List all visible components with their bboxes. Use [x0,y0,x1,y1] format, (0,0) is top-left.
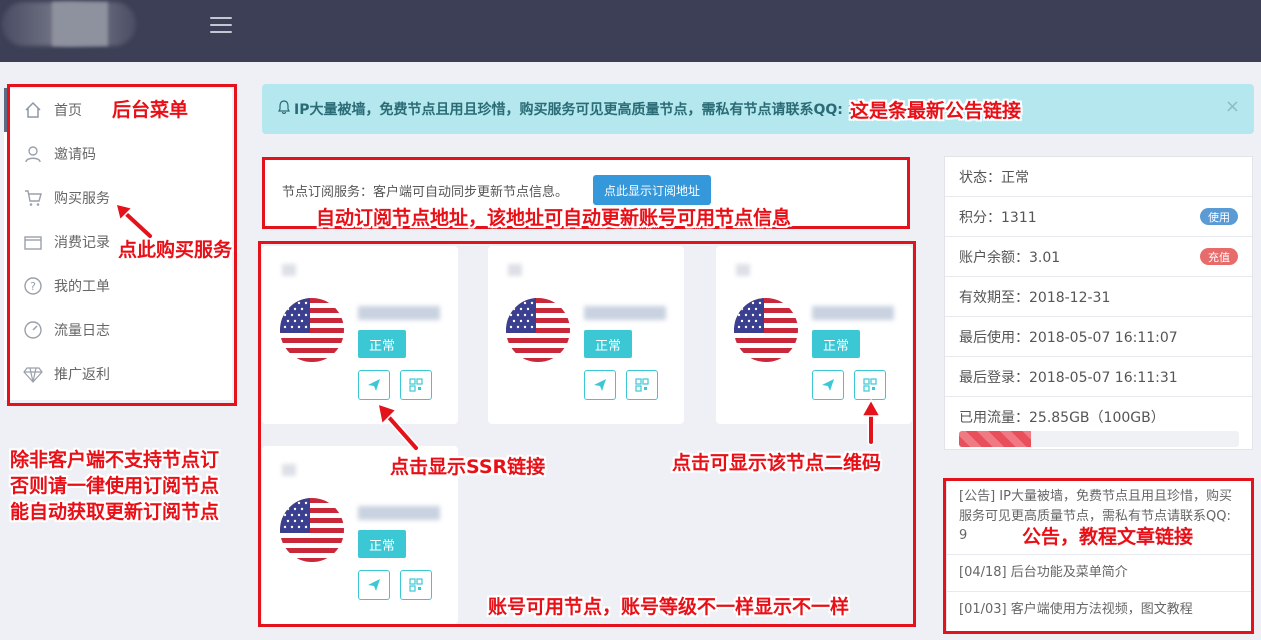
account-points: 积分：1311 使用 [945,197,1252,237]
qrcode-button[interactable] [854,370,886,400]
node-address [584,306,666,320]
annotation-buy: 点此购买服务 [118,239,233,261]
qrcode-button[interactable] [400,570,432,600]
annotation-advice-1: 除非客户端不支持节点订 [10,449,220,471]
ssr-link-button[interactable] [358,570,390,600]
ssr-link-button[interactable] [812,370,844,400]
node-card: 正常 [716,246,912,424]
sidebar-item-buy[interactable]: 购买服务 [4,176,232,220]
account-last-use: 最后使用：2018-05-07 16:11:07 [945,317,1252,357]
account-traffic-text: 已用流量：25.85GB（100GB） [959,410,1165,426]
node-status-badge: 正常 [358,530,406,558]
menu-toggle-icon[interactable] [210,17,232,35]
node-address [358,506,440,520]
node-name [282,264,296,276]
ssr-link-button[interactable] [584,370,616,400]
node-name [508,264,522,276]
node-name [736,264,750,276]
node-address [358,306,440,320]
sidebar-item-invite[interactable]: 邀请码 [4,132,232,176]
home-icon [22,99,44,121]
qrcode-icon [409,378,423,392]
show-subscription-button[interactable]: 点此显示订阅地址 [593,175,711,205]
us-flag-icon [280,498,344,562]
node-name [282,464,296,476]
node-card: 正常 [262,246,458,424]
node-card: 正常 [488,246,684,424]
question-icon: ? [22,275,44,297]
close-icon[interactable]: × [1225,96,1240,117]
us-flag-icon [506,298,570,362]
account-traffic: 已用流量：25.85GB（100GB） [945,397,1252,451]
account-points-text: 积分：1311 [959,209,1037,226]
send-icon [368,379,380,391]
send-icon [368,579,380,591]
top-navbar [0,0,1261,62]
annotation-qr: 点击可显示该节点二维码 [672,452,882,474]
wallet-icon [22,231,44,253]
diamond-icon [22,363,44,385]
sidebar-item-label: 首页 [54,103,82,119]
qrcode-icon [635,378,649,392]
account-balance: 账户余额：3.01 充值 [945,237,1252,277]
account-expire: 有效期至：2018-12-31 [945,277,1252,317]
node-status-badge: 正常 [812,330,860,358]
qrcode-button[interactable] [400,370,432,400]
svg-text:?: ? [30,280,36,293]
node-status-badge: 正常 [358,330,406,358]
account-last-login: 最后登录：2018-05-07 16:11:31 [945,357,1252,397]
annotation-latest-notice: 这是条最新公告链接 [850,100,1022,122]
gauge-icon [22,319,44,341]
news-item[interactable]: [04/18] 后台功能及菜单简介 [947,555,1252,592]
annotation-advice-2: 否则请一律使用订阅节点 [10,475,220,497]
logo-mark [52,2,108,46]
qrcode-icon [863,378,877,392]
us-flag-icon [280,298,344,362]
user-icon [22,143,44,165]
sidebar-item-label: 流量日志 [54,323,110,339]
us-flag-icon [734,298,798,362]
sidebar-item-label: 邀请码 [54,147,96,163]
send-icon [594,379,606,391]
account-info-card: 状态：正常 积分：1311 使用 账户余额：3.01 充值 有效期至：2018-… [944,156,1253,450]
news-card: [公告] IP大量被墙，免费节点且用且珍惜，购买服务可见更高质量节点，需私有节点… [946,478,1253,634]
sidebar-item-referral[interactable]: 推广返利 [4,352,232,396]
node-status-badge: 正常 [584,330,632,358]
subscription-text: 节点订阅服务：客户端可自动同步更新节点信息。 [282,185,569,200]
qrcode-button[interactable] [626,370,658,400]
sidebar-item-label: 我的工单 [54,279,110,295]
account-status: 状态：正常 [945,157,1252,197]
traffic-progress-bar [959,431,1239,447]
sidebar-item-traffic-log[interactable]: 流量日志 [4,308,232,352]
sidebar-item-label: 推广返利 [54,367,110,383]
traffic-progress-fill [959,431,1032,447]
notice-text: IP大量被墙，免费节点且用且珍惜，购买服务可见更高质量节点，需私有节点请联系QQ… [294,102,858,118]
sidebar-item-tickets[interactable]: ? 我的工单 [4,264,232,308]
account-balance-text: 账户余额：3.01 [959,249,1061,266]
bell-icon [278,100,290,118]
recharge-badge[interactable]: 充值 [1200,248,1238,265]
ssr-link-button[interactable] [358,370,390,400]
annotation-news: 公告，教程文章链接 [1022,526,1194,548]
annotation-menu: 后台菜单 [112,99,189,121]
annotation-ssr: 点击显示SSR链接 [390,456,546,478]
qrcode-icon [409,578,423,592]
annotation-subscribe: 自动订阅节点地址，该地址可自动更新账号可用节点信息 [316,207,792,229]
node-address [812,306,894,320]
notice-banner[interactable]: IP大量被墙，免费节点且用且珍惜，购买服务可见更高质量节点，需私有节点请联系QQ… [262,84,1254,134]
sidebar-item-label: 购买服务 [54,191,110,207]
send-icon [822,379,834,391]
news-item[interactable]: [01/03] 客户端使用方法视频，图文教程 [947,592,1252,628]
annotation-advice-3: 能自动获取更新订阅节点 [10,501,220,523]
use-points-badge[interactable]: 使用 [1200,208,1238,225]
cart-icon [22,187,44,209]
sidebar-item-label: 消费记录 [54,235,110,251]
annotation-nodes: 账号可用节点，账号等级不一样显示不一样 [488,596,850,618]
